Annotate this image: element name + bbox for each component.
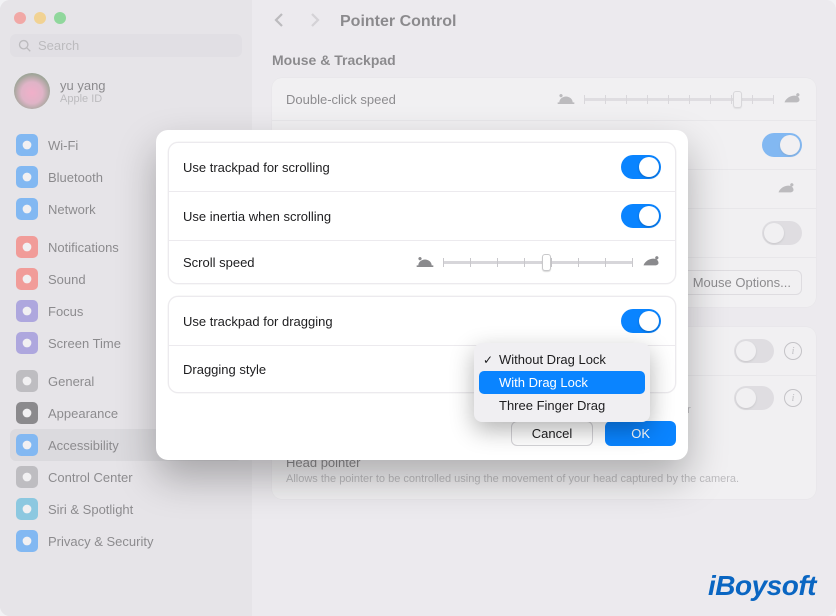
scroll-speed-slider-group (415, 253, 661, 271)
menu-item-label: With Drag Lock (499, 375, 588, 390)
menu-item-without-drag-lock[interactable]: ✓ Without Drag Lock (479, 348, 645, 371)
toggle-trackpad-dragging[interactable] (621, 309, 661, 333)
tortoise-icon (415, 255, 435, 269)
row-use-trackpad-dragging: Use trackpad for dragging (169, 297, 675, 346)
row-label: Dragging style (183, 362, 266, 377)
menu-item-label: Without Drag Lock (499, 352, 606, 367)
row-use-inertia: Use inertia when scrolling (169, 192, 675, 241)
toggle-inertia-scrolling[interactable] (621, 204, 661, 228)
cancel-button[interactable]: Cancel (511, 421, 593, 446)
row-label: Use inertia when scrolling (183, 209, 331, 224)
row-label: Use trackpad for scrolling (183, 160, 330, 175)
modal-scroll-card: Use trackpad for scrolling Use inertia w… (168, 142, 676, 284)
scroll-speed-slider[interactable] (443, 253, 633, 271)
menu-item-label: Three Finger Drag (499, 398, 605, 413)
toggle-trackpad-scrolling[interactable] (621, 155, 661, 179)
dragging-style-menu: ✓ Without Drag Lock With Drag Lock Three… (474, 343, 650, 422)
row-label: Use trackpad for dragging (183, 314, 333, 329)
check-icon: ✓ (483, 353, 493, 367)
menu-item-with-drag-lock[interactable]: With Drag Lock (479, 371, 645, 394)
row-label: Scroll speed (183, 255, 255, 270)
menu-item-three-finger-drag[interactable]: Three Finger Drag (479, 394, 645, 417)
row-scroll-speed: Scroll speed (169, 241, 675, 283)
settings-window: Search yu yang Apple ID Wi-FiBluetoothNe… (0, 0, 836, 616)
modal-buttons: Cancel OK (168, 421, 676, 446)
ok-button[interactable]: OK (605, 421, 676, 446)
row-use-trackpad-scrolling: Use trackpad for scrolling (169, 143, 675, 192)
hare-icon (641, 255, 661, 269)
